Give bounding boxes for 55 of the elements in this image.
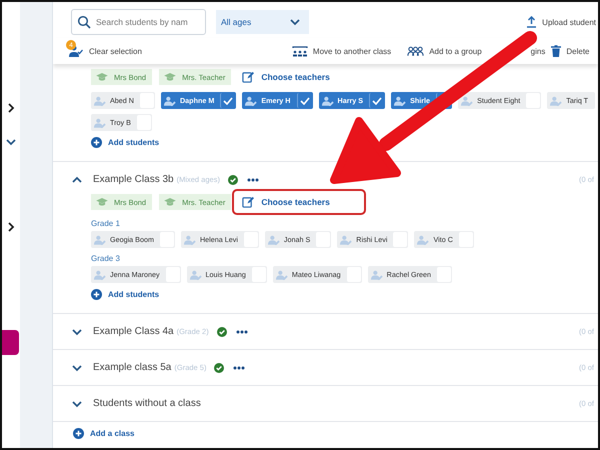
student-icon [94,270,107,280]
student-icon [184,234,197,244]
upload-icon [526,16,538,28]
student-icon [340,234,354,244]
student-icon [550,96,564,106]
student-icon [417,234,430,244]
add-class-link[interactable]: Add a class [53,422,598,439]
edit-icon [242,71,254,83]
graduation-cap-icon [164,73,176,81]
add-students-link[interactable]: Add students [91,137,160,148]
grade-label: Grade 3 [91,254,121,263]
graduation-cap-icon [96,198,108,206]
student-icon [370,270,384,280]
plus-icon [73,428,84,439]
student-icon [461,96,474,106]
checkmark-icon [300,96,310,104]
age-dropdown[interactable]: All ages [216,10,309,34]
trash-icon [551,45,562,57]
logins-button[interactable]: gins [530,46,546,56]
graduation-cap-icon [96,73,108,81]
choose-teachers-link[interactable]: Choose teachers [232,189,366,215]
upload-button[interactable]: Upload student [526,16,596,28]
move-class-button[interactable]: Move to another class [292,46,392,56]
student-icon [164,96,177,106]
class-name: Example Class 3b [93,174,174,185]
grade-label: Grade 1 [91,219,121,228]
delete-button[interactable]: Delete [551,45,590,57]
plus-icon [91,289,102,300]
student-icon [245,96,258,106]
student-icon [394,96,408,106]
checkmark-icon [223,96,234,104]
choose-teachers-link[interactable]: Choose teachers [232,64,340,90]
class-name: Example Class 4a [93,326,174,337]
add-students-link[interactable]: Add students [91,289,160,300]
student-icon [190,270,203,280]
class-name: Example class 5a [93,362,172,373]
graduation-cap-icon [164,198,176,206]
edit-icon [242,196,254,208]
more-icon[interactable] [246,178,259,182]
student-icon [94,96,107,106]
search-field[interactable]: Search students by nam [71,9,206,35]
move-icon [292,46,308,56]
checkmark-icon [372,96,382,104]
more-icon[interactable] [236,330,248,334]
student-icon [94,118,107,128]
more-icon[interactable] [233,366,246,370]
class-name: Students without a class [93,398,201,409]
student-icon [268,234,281,244]
student-icon [322,96,334,106]
student-icon [94,234,107,244]
plus-icon [91,137,102,148]
group-icon [407,46,424,56]
person-check-icon [69,45,83,57]
add-to-group-button[interactable]: Add to a group [407,46,482,56]
student-icon [276,270,289,280]
